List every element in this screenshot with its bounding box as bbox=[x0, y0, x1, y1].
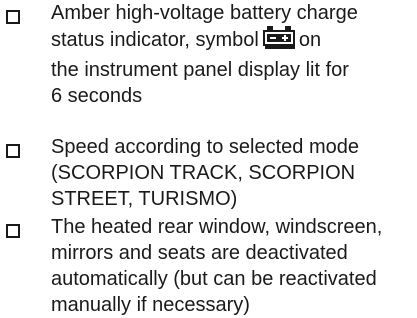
text-line: automatically (but can be reactivated bbox=[51, 268, 377, 290]
battery-charge-icon bbox=[262, 26, 297, 57]
text-line: the instrument panel display lit for bbox=[51, 59, 349, 81]
checklist-item-text: Speed according to selected mode (SCORPI… bbox=[51, 134, 417, 212]
checkbox[interactable] bbox=[6, 10, 20, 24]
text-line: 6 seconds bbox=[51, 85, 143, 107]
text-fragment: on bbox=[298, 29, 322, 51]
checklist-item-text: Amber high-voltage battery charge status… bbox=[51, 0, 417, 109]
text-line: Amber high-voltage battery charge bbox=[51, 2, 358, 24]
text-line: manually if necessary) bbox=[51, 294, 250, 316]
text-line: (SCORPION TRACK, SCORPION bbox=[51, 162, 356, 184]
text-line: The heated rear window, windscreen, bbox=[51, 216, 383, 238]
text-line: Speed according to selected mode bbox=[51, 136, 359, 158]
checklist-item-text: The heated rear window, windscreen, mirr… bbox=[51, 214, 417, 318]
text-fragment: status indicator, symbol bbox=[51, 29, 259, 51]
text-line-with-icon: status indicator, symbol on bbox=[51, 26, 417, 57]
text-line: mirrors and seats are deactivated bbox=[51, 242, 348, 264]
text-line: STREET, TURISMO) bbox=[51, 188, 238, 210]
checkbox[interactable] bbox=[6, 224, 20, 238]
checkbox[interactable] bbox=[6, 144, 20, 158]
